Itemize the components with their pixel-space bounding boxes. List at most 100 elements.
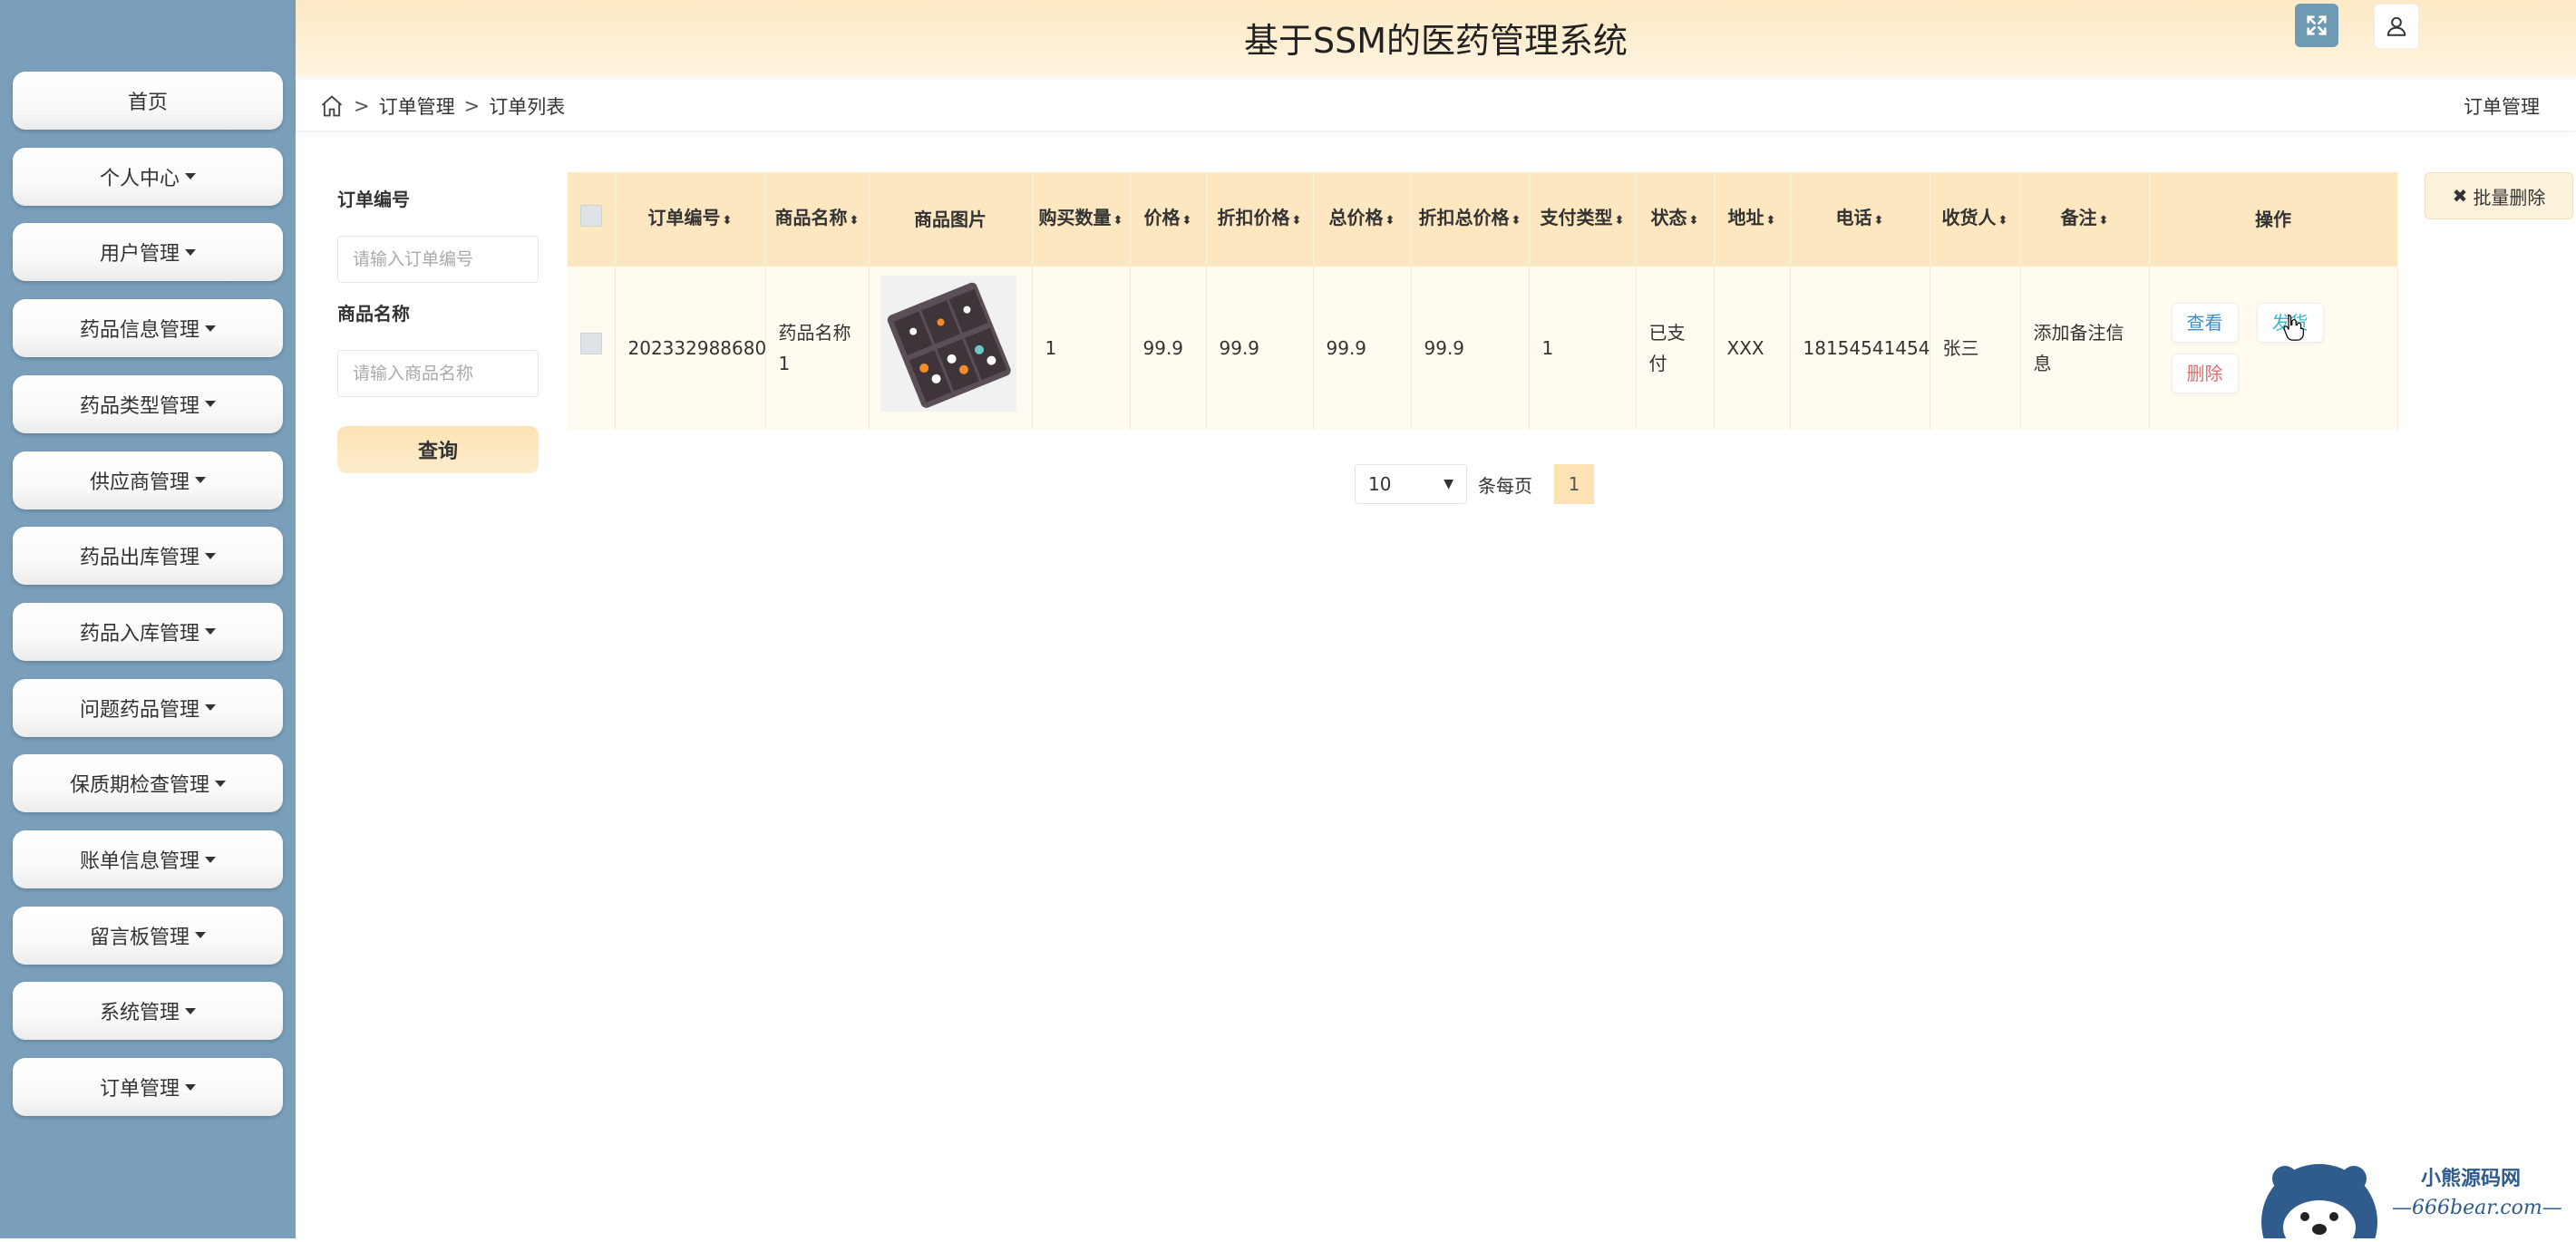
view-button[interactable]: 查看 xyxy=(2171,303,2239,343)
pagination: 10 ▼ 条每页 1 xyxy=(1355,464,1594,504)
cell-receiver: 张三 xyxy=(1930,267,2021,430)
sidebar-item-3[interactable]: 药品信息管理 xyxy=(13,299,283,358)
cell-discount-total: 99.9 xyxy=(1411,267,1530,430)
batch-delete-button[interactable]: ✖ 批量删除 xyxy=(2425,172,2573,219)
sort-icon[interactable]: ⬍ xyxy=(723,208,733,235)
caret-down-icon xyxy=(205,856,216,863)
sort-icon[interactable]: ⬍ xyxy=(1512,208,1521,235)
cell-text: 99.9 xyxy=(1424,337,1465,359)
fullscreen-button[interactable] xyxy=(2295,4,2338,47)
caret-down-icon xyxy=(205,325,216,332)
order-no-input[interactable] xyxy=(337,236,539,283)
column-header-label: 价格 xyxy=(1143,207,1181,228)
cell-address: XXX xyxy=(1714,267,1791,430)
column-header: 商品图片 xyxy=(869,172,1033,267)
sidebar-item-label: 问题药品管理 xyxy=(79,698,199,722)
pill-organizer-image xyxy=(880,276,1016,412)
column-header-label: 购买数量 xyxy=(1038,207,1112,228)
table-row: 202332988680 药品名称1 1 99.9 99.9 99.9 99.9 1 已支付 XX… xyxy=(568,267,2398,430)
table-header-row: 订单编号 ⬍ 商品名称 ⬍ 商品图片 购买数量 ⬍ 价格 ⬍ 折扣价格 ⬍ 总价格 ⬍ 折扣总价格 ⬍ 支付类… xyxy=(568,172,2398,267)
sidebar-item-label: 药品入库管理 xyxy=(79,622,199,645)
caret-down-icon xyxy=(185,1083,196,1091)
sidebar-item-label: 供应商管理 xyxy=(89,471,190,494)
caret-down-icon xyxy=(215,780,226,787)
sort-icon[interactable]: ⬍ xyxy=(1766,208,1776,235)
column-header[interactable]: 总价格 ⬍ xyxy=(1313,172,1412,267)
page-size-value: 10 xyxy=(1368,473,1392,495)
sidebar-item-label: 留言板管理 xyxy=(89,926,190,949)
column-header[interactable]: 地址 ⬍ xyxy=(1714,172,1791,267)
column-header-label: 收货人 xyxy=(1941,207,1997,228)
sort-icon[interactable]: ⬍ xyxy=(2099,208,2109,235)
sidebar-item-11[interactable]: 留言板管理 xyxy=(13,906,283,965)
cell-order-no: 202332988680 xyxy=(615,267,766,430)
sort-icon[interactable]: ⬍ xyxy=(1182,208,1192,235)
user-icon xyxy=(2386,16,2406,36)
page-size-select[interactable]: 10 ▼ xyxy=(1355,464,1467,504)
user-button[interactable] xyxy=(2374,4,2419,49)
ship-button[interactable]: 发货 xyxy=(2256,303,2324,343)
delete-button[interactable]: 删除 xyxy=(2171,354,2239,393)
column-header[interactable]: 备注 ⬍ xyxy=(2020,172,2150,267)
select-all-checkbox[interactable] xyxy=(579,205,602,227)
column-header[interactable]: 购买数量 ⬍ xyxy=(1032,172,1131,267)
cell-text: 已支付 xyxy=(1648,322,1686,374)
caret-down-icon xyxy=(185,248,196,256)
sidebar-item-5[interactable]: 供应商管理 xyxy=(13,451,283,509)
sort-icon[interactable]: ⬍ xyxy=(1292,208,1302,235)
sidebar-item-10[interactable]: 账单信息管理 xyxy=(13,830,283,888)
breadcrumb: > 订单管理 > 订单列表 xyxy=(319,92,565,120)
sidebar-item-1[interactable]: 个人中心 xyxy=(13,147,283,206)
app-title: 基于SSM的医药管理系统 xyxy=(1243,21,1628,61)
sort-icon[interactable]: ⬍ xyxy=(1689,208,1699,235)
sidebar-item-6[interactable]: 药品出库管理 xyxy=(13,527,283,586)
column-header[interactable]: 价格 ⬍ xyxy=(1130,172,1207,267)
column-header[interactable]: 折扣总价格 ⬍ xyxy=(1411,172,1530,267)
breadcrumb-right-title: 订单管理 xyxy=(2464,96,2540,118)
column-header[interactable]: 状态 ⬍ xyxy=(1636,172,1715,267)
sidebar-item-label: 药品信息管理 xyxy=(79,319,199,343)
column-header[interactable]: 商品名称 ⬍ xyxy=(765,172,870,267)
header: 基于SSM的医药管理系统 xyxy=(296,0,2576,76)
row-select-cell xyxy=(568,267,616,430)
sidebar-item-9[interactable]: 保质期检查管理 xyxy=(13,754,283,813)
column-header[interactable]: 折扣价格 ⬍ xyxy=(1206,172,1314,267)
sidebar-item-13[interactable]: 订单管理 xyxy=(13,1058,283,1117)
sidebar-item-label: 保质期检查管理 xyxy=(69,774,209,798)
cell-discount-price: 99.9 xyxy=(1206,267,1314,430)
order-no-label: 订单编号 xyxy=(337,189,410,210)
column-header[interactable]: 订单编号 ⬍ xyxy=(615,172,766,267)
column-header[interactable]: 收货人 ⬍ xyxy=(1930,172,2021,267)
row-checkbox[interactable] xyxy=(579,333,602,354)
sidebar-item-12[interactable]: 系统管理 xyxy=(13,982,283,1041)
sort-icon[interactable]: ⬍ xyxy=(1113,208,1123,235)
sort-icon[interactable]: ⬍ xyxy=(1998,208,2008,235)
query-button[interactable]: 查询 xyxy=(337,426,539,473)
column-header[interactable]: 支付类型 ⬍ xyxy=(1529,172,1637,267)
cell-total: 99.9 xyxy=(1313,267,1412,430)
column-header-label: 折扣价格 xyxy=(1217,207,1290,228)
column-header: 操作 xyxy=(2149,172,2398,267)
sort-icon[interactable]: ⬍ xyxy=(850,208,860,235)
sort-icon[interactable]: ⬍ xyxy=(1385,208,1395,235)
breadcrumb-item-order-manage[interactable]: 订单管理 xyxy=(379,92,455,120)
sort-icon[interactable]: ⬍ xyxy=(1615,208,1625,235)
sidebar-item-8[interactable]: 问题药品管理 xyxy=(13,678,283,737)
product-name-input[interactable] xyxy=(337,350,539,397)
page-number-button[interactable]: 1 xyxy=(1554,464,1594,504)
sidebar-item-0[interactable]: 首页 xyxy=(13,72,283,130)
sidebar-item-label: 账单信息管理 xyxy=(79,850,199,873)
home-icon[interactable] xyxy=(319,93,345,119)
sidebar-item-2[interactable]: 用户管理 xyxy=(13,223,283,282)
sidebar-item-4[interactable]: 药品类型管理 xyxy=(13,374,283,433)
cell-text: 99.9 xyxy=(1219,337,1260,359)
cell-text: 药品名称1 xyxy=(778,322,851,374)
sidebar-item-7[interactable]: 药品入库管理 xyxy=(13,602,283,661)
sidebar-item-label: 药品出库管理 xyxy=(79,547,199,570)
column-header-label: 折扣总价格 xyxy=(1418,207,1510,228)
cell-pay-type: 1 xyxy=(1529,267,1637,430)
watermark-line2: —666bear.com— xyxy=(2392,1197,2562,1219)
watermark-line1: 小熊源码网 xyxy=(2421,1167,2522,1190)
sort-icon[interactable]: ⬍ xyxy=(1874,208,1884,235)
column-header[interactable]: 电话 ⬍ xyxy=(1790,172,1930,267)
